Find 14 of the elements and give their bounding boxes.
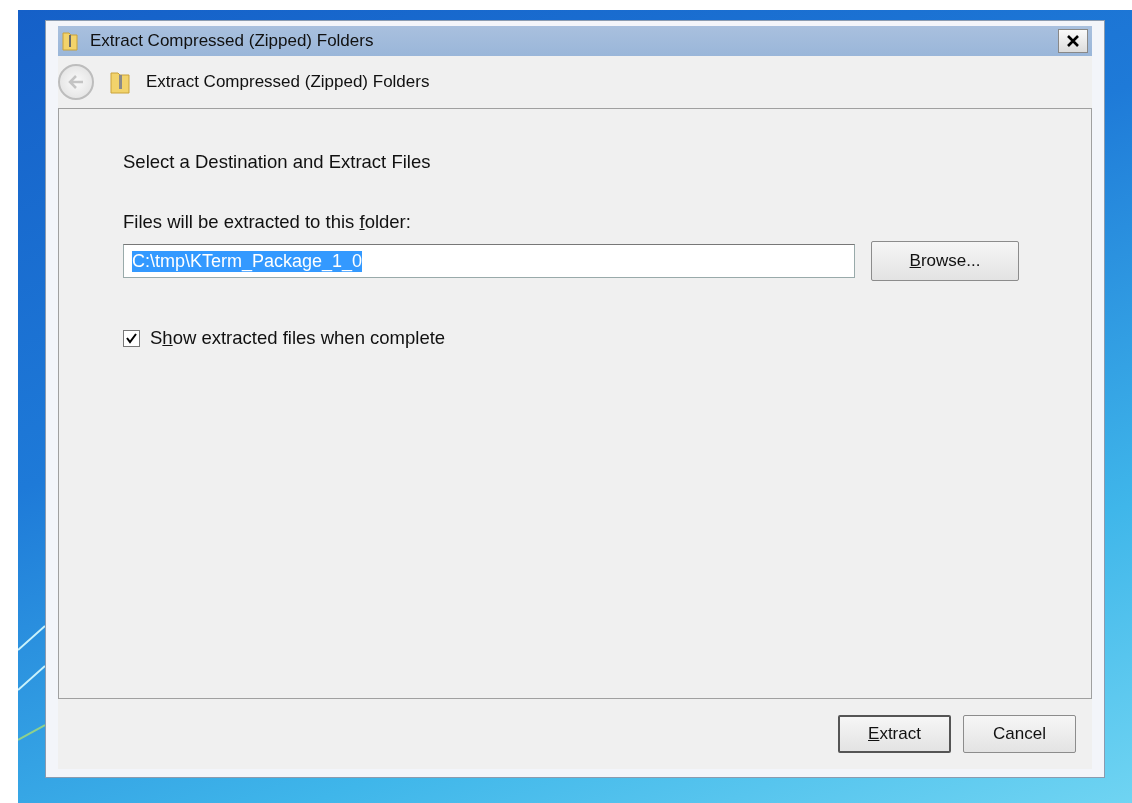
- close-icon: [1066, 34, 1080, 48]
- zipped-folder-icon: [110, 70, 130, 94]
- checkbox-label: Show extracted files when complete: [150, 327, 446, 349]
- close-button[interactable]: [1058, 29, 1088, 53]
- window-title: Extract Compressed (Zipped) Folders: [90, 31, 375, 51]
- dialog-button[interactable]: Extract: [838, 715, 951, 753]
- checkbox[interactable]: [123, 329, 140, 347]
- back-arrow-icon: [67, 74, 85, 90]
- browse-button[interactable]: Browse...: [871, 241, 1019, 281]
- wizard-title: Extract Compressed (Zipped) Folders: [146, 72, 430, 92]
- section-heading: Select a Destination and Extract Files: [123, 151, 432, 173]
- field-label: Files will be extracted to this folder:: [123, 211, 412, 233]
- zipped-folder-icon: [62, 31, 78, 51]
- dialog-button[interactable]: Cancel: [963, 715, 1076, 753]
